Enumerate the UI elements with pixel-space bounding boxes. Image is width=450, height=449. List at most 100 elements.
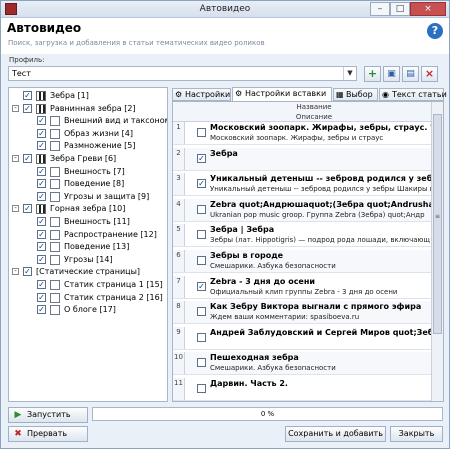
collapse-icon[interactable]: - <box>12 104 19 112</box>
row-checkbox[interactable] <box>197 204 206 214</box>
profile-select[interactable]: Тест ▼ <box>8 66 357 81</box>
tree-item[interactable]: ✓ Угрозы и защита [9] <box>9 191 167 203</box>
table-row[interactable]: 9 Андрей Заблудовский и Сергей Миров quot… <box>173 326 431 350</box>
row-checkbox[interactable]: ✓ <box>197 281 206 291</box>
tab-choice[interactable]: ▦ Выбор <box>333 88 378 101</box>
tree-item[interactable]: ✓ Зебра [1] <box>9 90 167 102</box>
tree-checkbox[interactable]: ✓ <box>37 242 46 252</box>
column-header-description[interactable]: Описание <box>197 113 431 121</box>
tree-item[interactable]: - ✓ Горная зебра [10] <box>9 203 167 215</box>
tree-checkbox[interactable]: ✓ <box>23 91 32 100</box>
minimize-button[interactable]: – <box>370 2 390 16</box>
row-number: 2 <box>173 147 185 170</box>
tree-item[interactable]: - ✓ Равнинная зебра [2] <box>9 103 167 115</box>
row-checkbox[interactable] <box>197 256 206 265</box>
table-row[interactable]: 3 ✓ Уникальный детеныш -- зебровд родился … <box>173 173 431 197</box>
save-and-add-button[interactable]: Сохранить и добавить <box>285 426 386 442</box>
close-window-button[interactable]: × <box>410 2 446 16</box>
vertical-scrollbar[interactable]: ≡ <box>431 102 443 401</box>
table-row[interactable]: 6 Зебры в городе Смешарики. Азбука безопас… <box>173 250 431 273</box>
tree-item[interactable]: ✓ Поведение [13] <box>9 241 167 253</box>
row-checkbox[interactable] <box>197 307 206 317</box>
tab-article-text[interactable]: ◉ Текст статьи <box>379 88 447 101</box>
row-checkbox[interactable]: ✓ <box>197 153 206 163</box>
document-icon <box>50 242 60 253</box>
table-row[interactable]: 5 Зебра | Зебра Зебры (лат. Hippotigris) —… <box>173 224 431 248</box>
video-description: Зебры (лат. Hippotigris) — подрод рода л… <box>210 236 430 245</box>
table-row[interactable]: 7 ✓ Zebra - 3 дня до осени Официальный клип… <box>173 275 431 299</box>
document-icon <box>50 229 60 240</box>
page-subtitle: Поиск, загрузка и добавления в статьи те… <box>8 39 265 47</box>
stop-button[interactable]: ✖ Прервать <box>8 426 88 442</box>
tree-checkbox[interactable]: ✓ <box>37 116 46 126</box>
tree-item[interactable]: ✓ Внешность [11] <box>9 216 167 228</box>
tab-settings[interactable]: ⚙ Настройки <box>172 88 231 101</box>
page-title: Автовидео <box>7 21 82 35</box>
tree-item[interactable]: - ✓ [Статические страницы] <box>9 266 167 278</box>
app-window: Автовидео – □ × Автовидео Поиск, загрузк… <box>0 0 450 449</box>
settings-icon: ⚙ <box>235 89 243 98</box>
table-row[interactable]: 4 Zebra quot;Андрюшаquot;(Зебра quot;Andr… <box>173 198 431 222</box>
row-checkbox[interactable] <box>197 128 206 137</box>
table-row[interactable]: 1 Московский зоопарк. Жирафы, зебры, стра… <box>173 122 431 145</box>
tree-item[interactable]: ✓ Статик страница 1 [15] <box>9 279 167 291</box>
progress-bar: 0 % <box>92 407 443 421</box>
tree-item[interactable]: ✓ Образ жизни [4] <box>9 128 167 140</box>
table-row[interactable]: 8 Как Зебру Виктора выгнали с прямого эфи… <box>173 301 431 325</box>
collapse-icon[interactable]: - <box>12 268 19 276</box>
add-icon[interactable]: + <box>364 66 381 82</box>
tree-checkbox[interactable]: ✓ <box>37 254 46 264</box>
video-grid: Название Описание 1 Московский зоопарк. Ж… <box>172 101 444 402</box>
tree-checkbox[interactable]: ✓ <box>37 166 46 176</box>
row-checkbox[interactable]: ✓ <box>197 179 206 189</box>
row-checkbox[interactable] <box>197 384 206 393</box>
tree-checkbox[interactable]: ✓ <box>37 141 46 151</box>
tree-item[interactable]: ✓ Поведение [8] <box>9 178 167 190</box>
collapse-icon[interactable]: - <box>12 155 19 162</box>
tree-checkbox[interactable]: ✓ <box>37 292 46 302</box>
row-checkbox[interactable] <box>197 358 206 368</box>
edit-icon[interactable]: ▤ <box>402 66 419 82</box>
delete-icon[interactable]: × <box>421 66 438 82</box>
scrollbar-thumb[interactable] <box>433 114 442 334</box>
tree-checkbox[interactable]: ✓ <box>37 305 46 315</box>
table-row[interactable]: 2 ✓ Зебра <box>173 147 431 171</box>
tree-checkbox[interactable]: ✓ <box>23 103 32 113</box>
help-icon[interactable]: ? <box>427 23 443 39</box>
tree-checkbox[interactable]: ✓ <box>37 280 46 289</box>
start-button[interactable]: ▶ Запустить <box>8 407 88 423</box>
row-checkbox[interactable] <box>197 332 206 342</box>
tree-checkbox[interactable]: ✓ <box>23 267 32 277</box>
close-button[interactable]: Закрыть <box>390 426 443 442</box>
tree-item[interactable]: ✓ Размножение [5] <box>9 140 167 152</box>
tree-item[interactable]: ✓ О блоге [17] <box>9 304 167 316</box>
maximize-button[interactable]: □ <box>390 2 410 16</box>
tab-insert-settings[interactable]: ⚙ Настройки вставки <box>232 87 332 102</box>
tree-checkbox[interactable]: ✓ <box>37 128 46 138</box>
tree-checkbox[interactable]: ✓ <box>37 191 46 201</box>
video-title: Андрей Заблудовский и Сергей Миров quot;… <box>210 327 431 337</box>
tree-checkbox[interactable]: ✓ <box>37 229 46 239</box>
table-row[interactable]: 10 Пешеходная зебра Смешарики. Азбука безо… <box>173 352 431 376</box>
column-header-name[interactable]: Название <box>197 103 431 111</box>
save-icon[interactable]: ▣ <box>383 66 400 82</box>
tree-checkbox[interactable]: ✓ <box>23 204 32 214</box>
tree-item[interactable]: - ✓ Зебра Греви [6] <box>9 153 167 165</box>
tree-item-label: Внешность [7] <box>64 166 125 176</box>
tree-item[interactable]: ✓ Статик страница 2 [16] <box>9 292 167 304</box>
tree-item[interactable]: ✓ Внешность [7] <box>9 166 167 178</box>
tree-item[interactable]: ✓ Распространение [12] <box>9 229 167 241</box>
tree-checkbox[interactable]: ✓ <box>23 154 32 163</box>
chevron-down-icon[interactable]: ▼ <box>343 67 356 80</box>
tree-item[interactable]: ✓ Угрозы [14] <box>9 254 167 266</box>
collapse-icon[interactable]: - <box>12 205 19 213</box>
video-title: Уникальный детеныш -- зебровд родился у … <box>210 174 431 184</box>
tree-item[interactable]: ✓ Внешний вид и таксономия <box>9 115 167 127</box>
video-title: Как Зебру Виктора выгнали с прямого эфир… <box>210 302 422 312</box>
article-tree[interactable]: ✓ Зебра [1] - ✓ Равнинная зебра [2] ✓ Внешний … <box>8 87 168 402</box>
row-number: 7 <box>173 275 185 298</box>
tree-checkbox[interactable]: ✓ <box>37 217 46 226</box>
tree-checkbox[interactable]: ✓ <box>37 179 46 189</box>
table-row[interactable]: 11 Дарвин. Часть 2. <box>173 378 431 401</box>
row-checkbox[interactable] <box>197 230 206 240</box>
